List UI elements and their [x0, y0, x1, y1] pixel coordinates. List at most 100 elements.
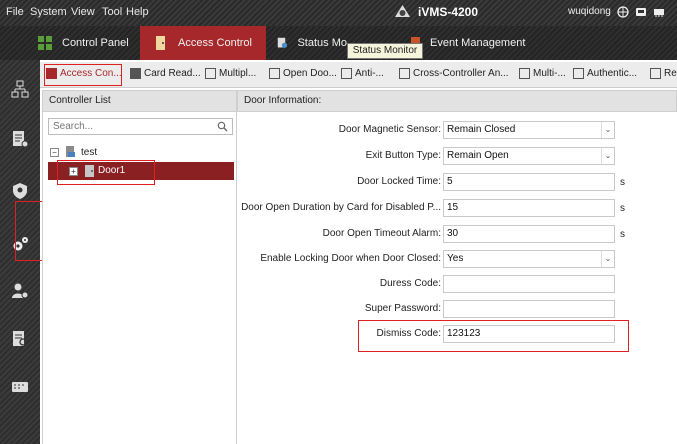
super-password-field[interactable]: [443, 300, 615, 318]
subtab-open-door-label: Open Doo...: [283, 68, 337, 79]
subtab-anti-passback-label: Anti-...: [355, 68, 384, 79]
exit-button-type-label: Exit Button Type:: [365, 150, 441, 161]
subtab-anti-passback[interactable]: Anti-...: [341, 68, 384, 79]
subtab-cross-controller[interactable]: Cross-Controller An...: [399, 68, 509, 79]
subtab-open-door[interactable]: Open Doo...: [269, 68, 337, 79]
device-tree-icon[interactable]: [11, 80, 29, 98]
person-list-icon[interactable]: [11, 130, 29, 148]
duress-code-field[interactable]: [443, 275, 615, 293]
tree-item-door1[interactable]: + Door1: [48, 162, 234, 180]
ram-icon[interactable]: [653, 6, 665, 18]
subtab-re-label: Re: [664, 68, 677, 79]
tab-access-control[interactable]: Access Control: [140, 26, 266, 60]
dismiss-code-label: Dismiss Code:: [376, 328, 441, 339]
tree-item-test-label: test: [81, 146, 98, 158]
menu-view[interactable]: View: [71, 6, 95, 18]
open-timeout-alarm-unit: s: [620, 229, 625, 240]
left-nav: [0, 60, 40, 444]
open-duration-disabled-unit: s: [620, 203, 625, 214]
subtab-multi-door[interactable]: Multi-...: [519, 68, 566, 79]
chevron-down-icon: ⌄: [601, 251, 614, 267]
shield-icon[interactable]: [11, 182, 29, 200]
menu-file[interactable]: File: [6, 6, 24, 18]
exit-button-type-select[interactable]: Remain Open ⌄: [443, 147, 615, 165]
app-logo-icon: [395, 5, 410, 17]
menu-system[interactable]: System: [30, 6, 67, 18]
subtab-authentication[interactable]: Authentic...: [573, 68, 637, 79]
door-locked-time-label: Door Locked Time:: [357, 176, 441, 187]
re-icon: [650, 68, 661, 79]
keypad-icon[interactable]: [11, 378, 29, 396]
control-panel-icon: [38, 36, 52, 50]
keyboard-icon[interactable]: [635, 6, 647, 18]
door-magnetic-sensor-value: Remain Closed: [447, 124, 516, 135]
subtab-re[interactable]: Re: [650, 68, 677, 79]
subtab-card-reader-label: Card Read...: [144, 68, 201, 79]
open-duration-disabled-label: Door Open Duration by Card for Disabled …: [241, 202, 441, 213]
tab-control-panel[interactable]: Control Panel: [38, 26, 129, 60]
enable-locking-value: Yes: [447, 253, 464, 264]
exit-button-type-value: Remain Open: [447, 150, 509, 161]
open-duration-disabled-field[interactable]: 15: [443, 199, 615, 217]
tab-control-panel-label: Control Panel: [62, 37, 129, 49]
door-locked-time-unit: s: [620, 177, 625, 188]
controller-list-header: Controller List: [42, 90, 237, 112]
network-icon[interactable]: [617, 6, 629, 18]
subtab-card-reader[interactable]: Card Read...: [130, 68, 201, 79]
enable-locking-label: Enable Locking Door when Door Closed:: [260, 253, 441, 264]
door-magnetic-sensor-select[interactable]: Remain Closed ⌄: [443, 121, 615, 139]
app-title: iVMS-4200: [418, 5, 479, 19]
chevron-down-icon: ⌄: [601, 122, 614, 138]
collapse-toggle-icon[interactable]: −: [50, 147, 59, 157]
menu-help[interactable]: Help: [126, 6, 149, 18]
sub-tab-bar: Access Con... Card Read... Multipl... Op…: [40, 62, 677, 88]
access-control-tab-icon: [46, 68, 57, 79]
multi-door-icon: [519, 68, 530, 79]
enable-locking-select[interactable]: Yes ⌄: [443, 250, 615, 268]
multiple-icon: [205, 68, 216, 79]
menu-tool[interactable]: Tool: [102, 6, 122, 18]
tree-item-door1-label: Door1: [98, 165, 126, 176]
anti-passback-icon: [341, 68, 352, 79]
card-reader-icon: [130, 68, 141, 79]
door-magnetic-sensor-label: Door Magnetic Sensor:: [338, 124, 441, 135]
subtab-access-control[interactable]: Access Con...: [46, 68, 122, 79]
open-door-icon: [269, 68, 280, 79]
door-info-header: Door Information:: [237, 90, 677, 112]
tooltip: Status Monitor: [347, 43, 423, 59]
controller-icon: [66, 146, 75, 157]
status-monitor-icon: [277, 37, 288, 48]
module-tab-bar: Control Panel Access Control Status Mo E…: [0, 26, 677, 60]
dismiss-code-field[interactable]: 123123: [443, 325, 615, 343]
subtab-authentication-label: Authentic...: [587, 68, 638, 79]
search-input[interactable]: [49, 119, 217, 134]
duress-code-label: Duress Code:: [379, 278, 441, 289]
search-log-icon[interactable]: [11, 330, 29, 348]
tab-status-monitor-label: Status Mo: [297, 37, 347, 49]
subtab-multiple-label: Multipl...: [219, 68, 257, 79]
door-locked-time-field[interactable]: 5: [443, 173, 615, 191]
menu-bar: File System View Tool Help iVMS-4200 wuq…: [0, 0, 677, 26]
cross-controller-icon: [399, 68, 410, 79]
gear-settings-icon[interactable]: [11, 235, 29, 253]
open-timeout-alarm-field[interactable]: 30: [443, 225, 615, 243]
username[interactable]: wuqidong: [568, 6, 611, 17]
subtab-cross-controller-label: Cross-Controller An...: [413, 68, 509, 79]
expand-toggle-icon[interactable]: +: [69, 167, 78, 176]
tab-event-management-label: Event Management: [430, 37, 526, 49]
tab-access-control-label: Access Control: [178, 37, 252, 49]
subtab-multiple[interactable]: Multipl...: [205, 68, 256, 79]
person-settings-icon[interactable]: [11, 282, 29, 300]
access-control-icon: [156, 36, 165, 50]
authentication-icon: [573, 68, 584, 79]
tab-status-monitor[interactable]: Status Mo: [277, 26, 347, 60]
open-timeout-alarm-label: Door Open Timeout Alarm:: [322, 228, 441, 239]
chevron-down-icon: ⌄: [601, 148, 614, 164]
search-icon[interactable]: [217, 121, 228, 132]
search-box: [48, 118, 233, 135]
door-icon: [85, 165, 94, 177]
super-password-label: Super Password:: [364, 303, 441, 314]
subtab-access-control-label: Access Con...: [60, 68, 122, 79]
tree-item-test[interactable]: − test: [50, 144, 97, 160]
tab-event-management[interactable]: Event Management: [411, 26, 525, 60]
